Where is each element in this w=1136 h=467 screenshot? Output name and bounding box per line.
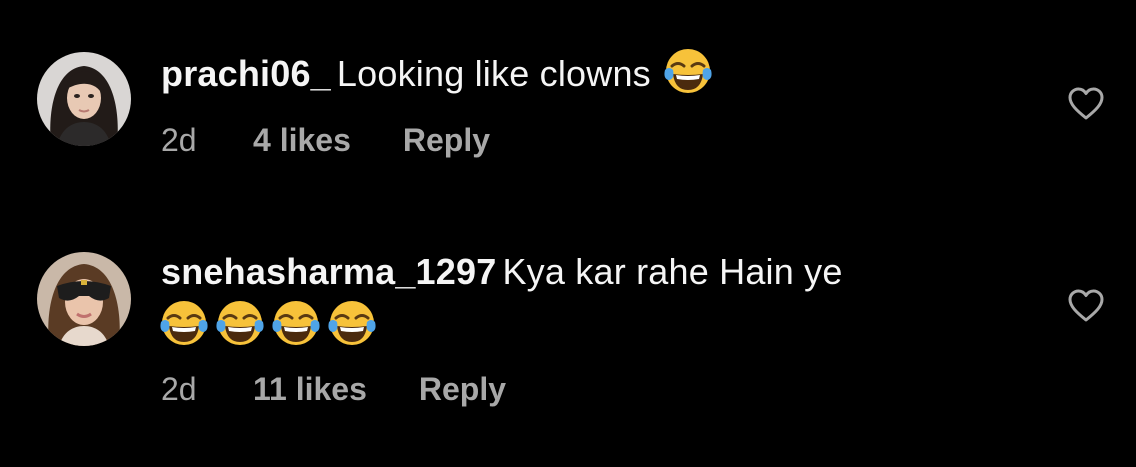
comment-text: Looking like clowns [336, 53, 651, 94]
comment-likes[interactable]: 4 likes [253, 122, 351, 159]
face-with-tears-of-joy-icon [215, 298, 265, 348]
comment-text-line: snehasharma_1297 Kya kar rahe Hain ye [161, 246, 1046, 298]
face-with-tears-of-joy-icon [271, 298, 321, 348]
comment-emoji-line [159, 298, 1046, 352]
comment-meta: 2d 11 likes Reply [161, 371, 506, 408]
face-with-tears-of-joy-icon [663, 46, 713, 96]
reply-button[interactable]: Reply [403, 122, 490, 159]
face-with-tears-of-joy-icon [159, 298, 209, 348]
comment-timestamp: 2d [161, 371, 197, 407]
comment-meta: 2d 4 likes Reply [161, 122, 490, 159]
face-with-tears-of-joy-icon [327, 298, 377, 348]
avatar[interactable] [37, 52, 131, 146]
like-heart-icon[interactable] [1068, 87, 1104, 121]
reply-button[interactable]: Reply [419, 371, 506, 408]
like-heart-icon[interactable] [1068, 289, 1104, 323]
comment-likes[interactable]: 11 likes [253, 371, 367, 408]
avatar[interactable] [37, 252, 131, 346]
comment-text-line: prachi06_ Looking like clowns [161, 46, 1046, 100]
comment-username[interactable]: prachi06_ [161, 53, 331, 94]
comment-text: Kya kar rahe Hain ye [502, 251, 843, 292]
comment-timestamp: 2d [161, 122, 197, 158]
avatar-image [37, 252, 131, 346]
avatar-image [37, 52, 131, 146]
comment-item: snehasharma_1297 Kya kar rahe Hain ye 2d… [0, 230, 1136, 467]
comment-item: prachi06_ Looking like clowns 2d 4 likes Re… [0, 0, 1136, 230]
comment-username[interactable]: snehasharma_1297 [161, 251, 496, 292]
